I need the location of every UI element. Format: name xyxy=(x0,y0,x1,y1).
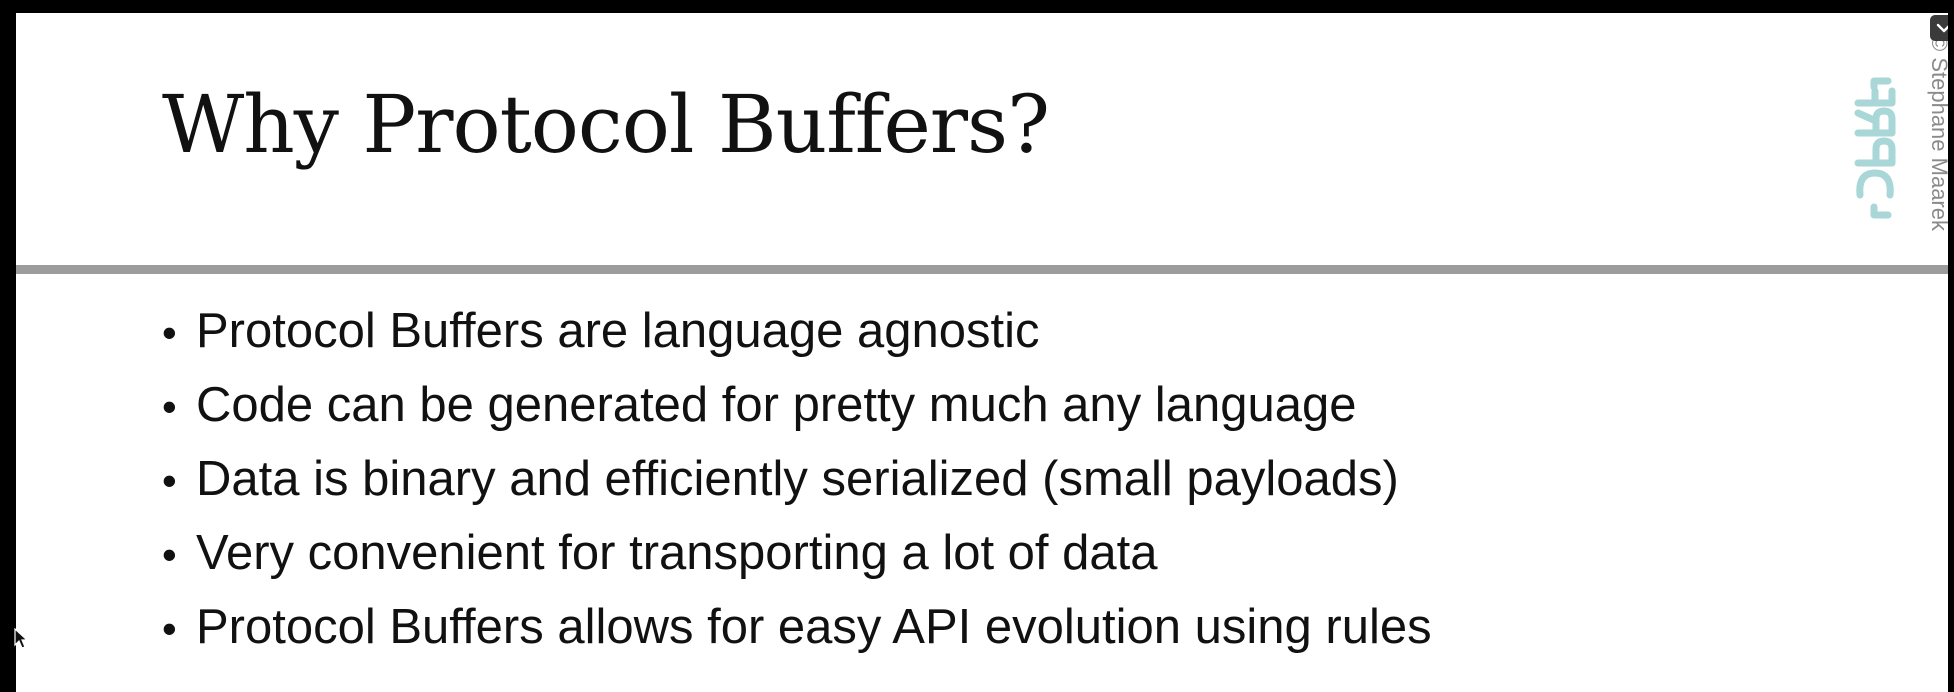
presentation-viewport: Why Protocol Buffers? • Protocol Buffers… xyxy=(0,0,1954,692)
bullet-text: Data is binary and efficiently serialize… xyxy=(196,452,1399,506)
bullet-text: Protocol Buffers are language agnostic xyxy=(196,304,1040,358)
slide: Why Protocol Buffers? • Protocol Buffers… xyxy=(16,13,1948,692)
mouse-cursor-icon xyxy=(14,628,28,649)
bullet-list: • Protocol Buffers are language agnostic… xyxy=(162,303,1432,673)
bullet-dot: • xyxy=(162,605,177,652)
copyright-notice: © Stephane Maarek xyxy=(1927,35,1948,275)
copyright-text: © Stephane Maarek xyxy=(1927,35,1948,231)
bullet-item: • Protocol Buffers are language agnostic xyxy=(162,303,1432,377)
bullet-text: Protocol Buffers allows for easy API evo… xyxy=(196,600,1432,654)
bullet-text: Code can be generated for pretty much an… xyxy=(196,378,1357,432)
bullet-dot: • xyxy=(162,309,177,356)
title-divider xyxy=(16,265,1948,274)
bullet-dot: • xyxy=(162,383,177,430)
bullet-dot: • xyxy=(162,457,177,504)
slide-title: Why Protocol Buffers? xyxy=(162,78,1050,171)
chevron-down-icon xyxy=(1936,23,1948,33)
bullet-item: • Code can be generated for pretty much … xyxy=(162,377,1432,451)
bullet-item: • Very convenient for transporting a lot… xyxy=(162,525,1432,599)
bullet-dot: • xyxy=(162,531,177,578)
grpc-logo-icon xyxy=(1854,77,1896,219)
bullet-item: • Protocol Buffers allows for easy API e… xyxy=(162,599,1432,673)
bullet-text: Very convenient for transporting a lot o… xyxy=(196,526,1158,580)
bullet-item: • Data is binary and efficiently seriali… xyxy=(162,451,1432,525)
collapse-button[interactable] xyxy=(1930,15,1948,41)
